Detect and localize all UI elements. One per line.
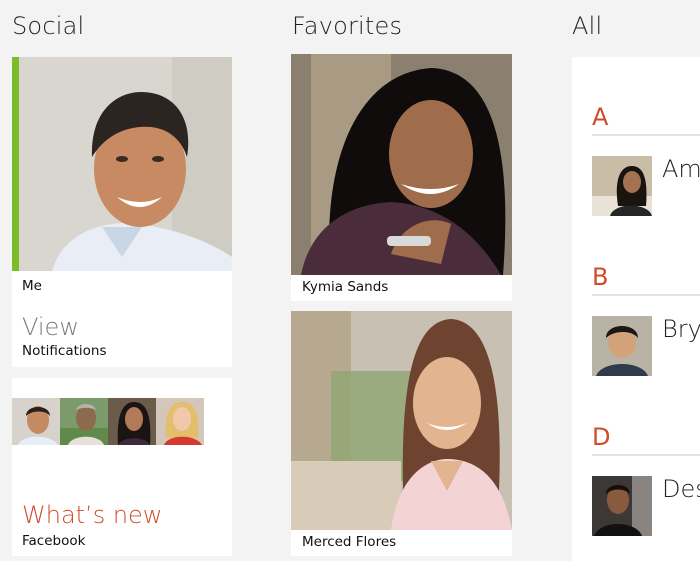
me-tile[interactable]: Me View Notifications — [12, 57, 232, 367]
view-label: View — [22, 313, 79, 341]
whats-new-title: What’s new — [22, 501, 163, 529]
favorite-name-kymia: Kymia Sands — [302, 279, 389, 295]
whats-new-avatar-3 — [108, 398, 156, 445]
whats-new-avatar-1 — [12, 398, 60, 445]
section-title-social: Social — [12, 12, 85, 40]
whats-new-avatar-2 — [60, 398, 108, 445]
section-title-all: All — [572, 12, 603, 40]
section-title-favorites: Favorites — [292, 12, 403, 40]
group-divider-b — [592, 294, 700, 296]
favorite-name-merced: Merced Flores — [302, 534, 397, 550]
notifications-label: Notifications — [22, 343, 107, 359]
me-label: Me — [22, 278, 42, 294]
contact-name-d[interactable]: Des — [662, 475, 700, 503]
whats-new-avatar-4 — [156, 398, 204, 445]
contact-avatar-d[interactable] — [592, 476, 652, 536]
group-letter-a: A — [592, 103, 609, 131]
whats-new-subtitle: Facebook — [22, 533, 86, 549]
contact-name-a[interactable]: Am — [662, 155, 700, 183]
group-letter-d: D — [592, 423, 611, 451]
me-accent-bar — [12, 57, 19, 271]
contact-name-b[interactable]: Bry — [662, 315, 700, 343]
favorite-tile-kymia[interactable]: Kymia Sands — [291, 54, 512, 301]
group-divider-a — [592, 134, 700, 136]
me-photo — [12, 57, 232, 271]
kymia-photo — [291, 54, 512, 275]
group-divider-d — [592, 454, 700, 456]
whats-new-tile[interactable]: What’s new Facebook — [12, 378, 232, 556]
contact-avatar-b[interactable] — [592, 316, 652, 376]
favorite-tile-merced[interactable]: Merced Flores — [291, 311, 512, 556]
merced-photo — [291, 311, 512, 530]
group-letter-b: B — [592, 263, 609, 291]
contact-avatar-a[interactable] — [592, 156, 652, 216]
all-contacts-panel: A Am B Bry D Des — [572, 57, 700, 561]
